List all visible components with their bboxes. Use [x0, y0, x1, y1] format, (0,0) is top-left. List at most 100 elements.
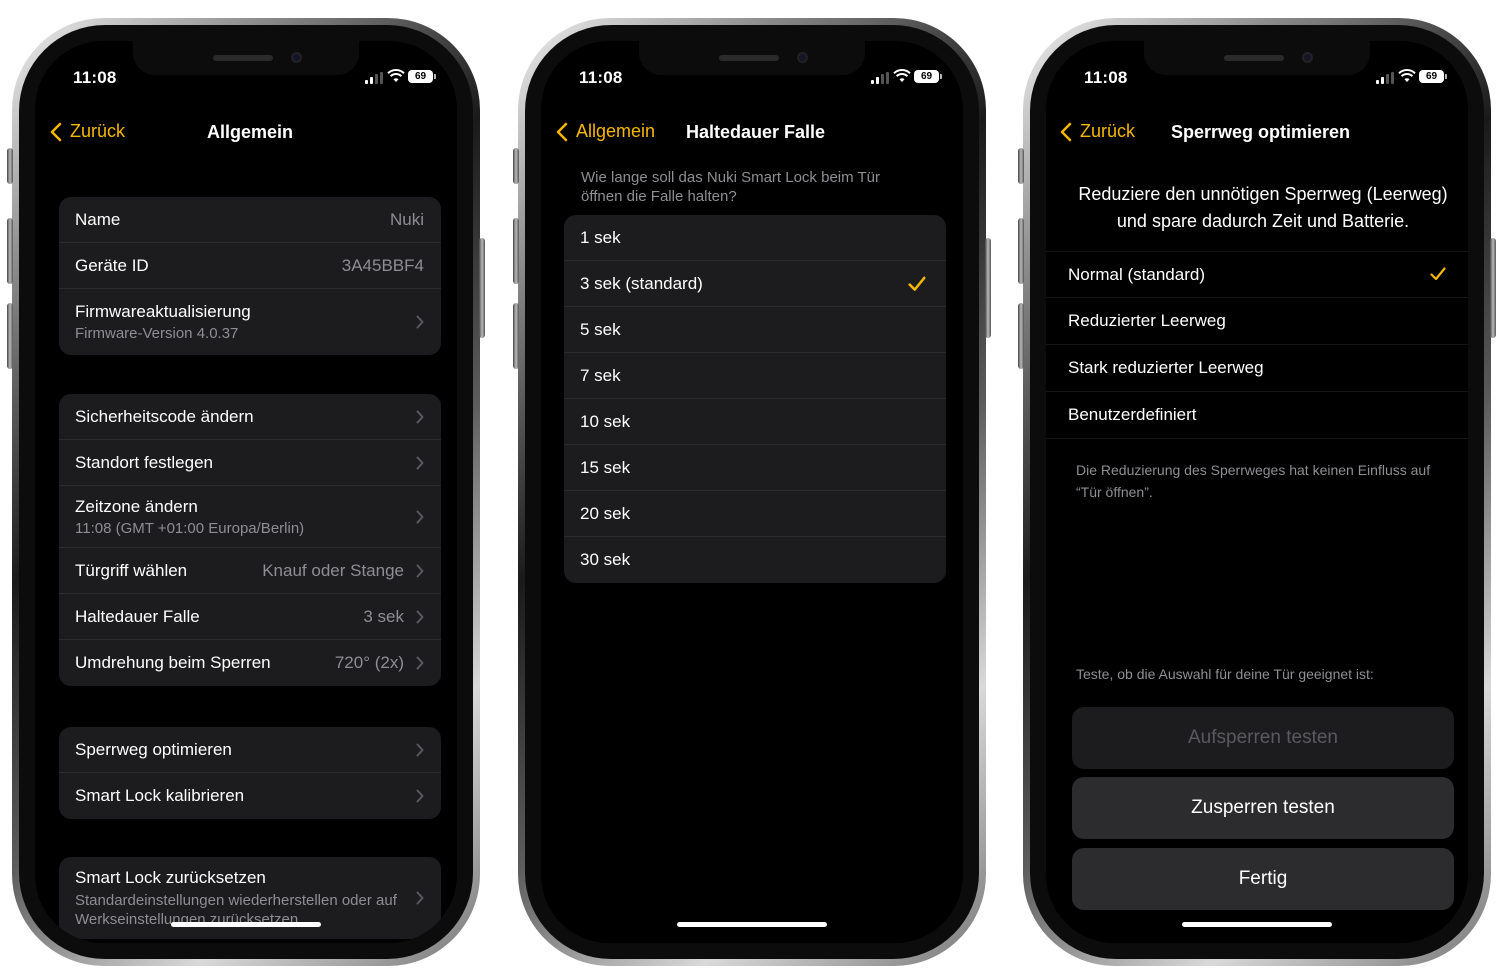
- phone-volume-down: [513, 303, 519, 369]
- row-value: 3A45BBF4: [341, 255, 424, 275]
- settings-group-config: Sicherheitscode ändern Standort festlege…: [59, 394, 441, 686]
- nav-bar: Allgemein Haltedauer Falle: [541, 113, 963, 153]
- option-strongly-reduced[interactable]: Stark reduzierter Leerweg: [1046, 345, 1468, 392]
- row-latch-duration[interactable]: Haltedauer Falle 3 sek: [59, 594, 441, 640]
- row-label: Türgriff wählen: [75, 560, 188, 580]
- option-description: Wie lange soll das Nuki Smart Lock beim …: [581, 169, 881, 205]
- signal-icon: [871, 72, 889, 84]
- back-button[interactable]: Allgemein: [556, 121, 655, 142]
- row-calibrate-lock[interactable]: Smart Lock kalibrieren: [59, 773, 441, 819]
- option-5-sek[interactable]: 5 sek: [564, 307, 946, 353]
- screen-allgemein: 11:08 69 Zurück Allgemein Name Nuki Gerät…: [35, 41, 457, 943]
- option-15-sek[interactable]: 15 sek: [564, 445, 946, 491]
- row-label: Sicherheitscode ändern: [75, 406, 254, 426]
- option-10-sek[interactable]: 10 sek: [564, 399, 946, 445]
- chevron-right-icon: [416, 789, 424, 803]
- row-label: Haltedauer Falle: [75, 606, 200, 626]
- back-button[interactable]: Zurück: [1060, 121, 1135, 142]
- wifi-icon: [387, 69, 405, 82]
- page-title: Sperrweg optimieren: [1171, 122, 1351, 142]
- row-value: Nuki: [389, 209, 424, 229]
- nav-bar: Zurück Allgemein: [35, 113, 457, 153]
- checkmark-icon: [908, 276, 926, 291]
- chevron-right-icon: [416, 891, 424, 905]
- row-firmware-update[interactable]: Firmwareaktualisierung Firmware-Version 4…: [59, 289, 441, 355]
- row-label: Zeitzone ändern: [75, 496, 198, 516]
- option-label: 20 sek: [580, 503, 631, 523]
- option-label: Normal (standard): [1068, 264, 1205, 284]
- row-label: Sperrweg optimieren: [75, 739, 232, 759]
- phone-power-button: [479, 238, 485, 338]
- row-value: 3 sek: [363, 606, 404, 626]
- option-label: 3 sek (standard): [580, 273, 703, 293]
- back-label: Allgemein: [576, 121, 656, 141]
- settings-group-device: Name Nuki Geräte ID 3A45BBF4 Firmwareaktua…: [59, 197, 441, 355]
- battery-icon: 69: [1419, 70, 1447, 83]
- page-title: Allgemein: [207, 122, 294, 142]
- row-label: Standort festlegen: [75, 452, 213, 472]
- option-normal[interactable]: Normal (standard): [1046, 251, 1468, 298]
- option-1-sek[interactable]: 1 sek: [564, 215, 946, 261]
- phone-haltedauer: 11:08 69 Allgemein Haltedauer Falle Wie …: [513, 18, 991, 966]
- option-20-sek[interactable]: 20 sek: [564, 491, 946, 537]
- row-value: Knauf oder Stange: [262, 560, 404, 580]
- chevron-right-icon: [416, 315, 424, 329]
- home-indicator[interactable]: [171, 922, 321, 927]
- option-label: 7 sek: [580, 365, 621, 385]
- option-3-sek[interactable]: 3 sek (standard): [564, 261, 946, 307]
- phone-allgemein: 11:08 69 Zurück Allgemein Name Nuki Gerät…: [7, 18, 485, 966]
- row-label: Firmwareaktualisierung: [75, 302, 251, 321]
- option-label: Reduzierter Leerweg: [1068, 311, 1226, 330]
- phone-power-button: [1490, 238, 1496, 338]
- row-label: Umdrehung beim Sperren: [75, 653, 271, 672]
- status-time: 11:08: [73, 68, 117, 87]
- option-custom[interactable]: Benutzerdefiniert: [1046, 392, 1468, 439]
- home-indicator[interactable]: [677, 922, 827, 927]
- duration-options: 1 sek 3 sek (standard) 5 sek 7 sek 10 se…: [564, 215, 946, 583]
- battery-icon: 69: [914, 70, 942, 83]
- wifi-icon: [893, 69, 911, 82]
- status-bar: 11:08 69: [35, 68, 457, 90]
- chevron-right-icon: [416, 510, 424, 523]
- lock-test-button[interactable]: Zusperren testen: [1072, 777, 1454, 839]
- row-change-security-code[interactable]: Sicherheitscode ändern: [59, 394, 441, 440]
- page-title: Haltedauer Falle: [686, 122, 826, 142]
- row-device-id: Geräte ID 3A45BBF4: [59, 243, 441, 289]
- row-set-location[interactable]: Standort festlegen: [59, 440, 441, 486]
- option-label: Stark reduzierter Leerweg: [1068, 358, 1264, 377]
- phone-volume-up: [1018, 218, 1024, 284]
- back-label: Zurück: [70, 121, 126, 141]
- phone-side-button: [513, 148, 519, 184]
- option-label: 1 sek: [580, 227, 621, 247]
- back-label: Zurück: [1080, 121, 1136, 141]
- intro-text: Reduziere den unnötigen Sperrweg (Leerwe…: [1078, 184, 1448, 231]
- row-optimize-lock-path[interactable]: Sperrweg optimieren: [59, 727, 441, 773]
- row-change-timezone[interactable]: Zeitzone ändern 11:08 (GMT +01:00 Europa/…: [59, 486, 441, 548]
- option-label: Benutzerdefiniert: [1068, 405, 1197, 424]
- option-label: 15 sek: [580, 457, 631, 477]
- row-lock-rotation[interactable]: Umdrehung beim Sperren 720° (2x): [59, 640, 441, 686]
- status-bar: 11:08 69: [541, 68, 963, 90]
- phone-side-button: [1018, 148, 1024, 184]
- screen-sperrweg: 11:08 69 Zurück Sperrweg optimieren Redu…: [1046, 41, 1468, 943]
- done-button[interactable]: Fertig: [1072, 848, 1454, 910]
- row-door-handle[interactable]: Türgriff wählen Knauf oder Stange: [59, 548, 441, 594]
- option-30-sek[interactable]: 30 sek: [564, 537, 946, 583]
- unlock-test-button[interactable]: Aufsperren testen: [1072, 707, 1454, 769]
- option-7-sek[interactable]: 7 sek: [564, 353, 946, 399]
- chevron-right-icon: [416, 656, 424, 670]
- home-indicator[interactable]: [1182, 922, 1332, 927]
- phone-volume-down: [1018, 303, 1024, 369]
- back-button[interactable]: Zurück: [50, 121, 125, 142]
- option-reduced[interactable]: Reduzierter Leerweg: [1046, 298, 1468, 345]
- wifi-icon: [1398, 69, 1416, 82]
- phone-sperrweg: 11:08 69 Zurück Sperrweg optimieren Redu…: [1018, 18, 1496, 966]
- chevron-left-icon: [1060, 122, 1072, 141]
- lock-path-options: Normal (standard) Reduzierter Leerweg St…: [1046, 251, 1468, 441]
- phone-volume-up: [513, 218, 519, 284]
- phone-power-button: [985, 238, 991, 338]
- settings-group-lock: Sperrweg optimieren Smart Lock kalibrier…: [59, 727, 441, 819]
- row-label: Smart Lock zurücksetzen: [75, 867, 266, 887]
- chevron-right-icon: [416, 743, 424, 756]
- checkmark-icon: [1430, 266, 1446, 280]
